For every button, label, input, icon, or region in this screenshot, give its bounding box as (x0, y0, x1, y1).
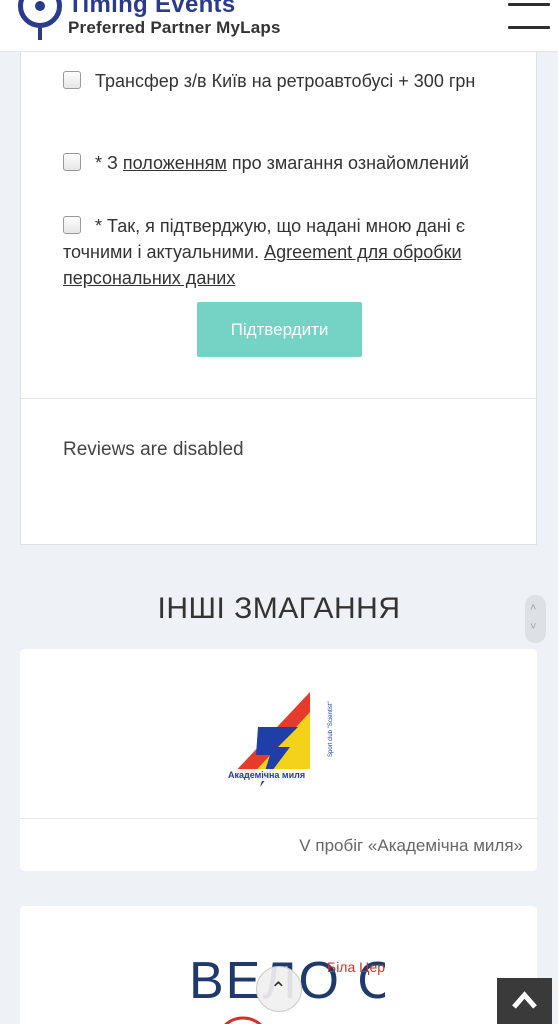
small-chevron-up-icon: ˄ (530, 602, 537, 614)
reviews-disabled-text: Reviews are disabled (63, 439, 244, 460)
logo-subtitle: Preferred Partner MyLaps (68, 18, 281, 37)
submit-button[interactable]: Підтвердити (197, 302, 362, 357)
academic-mile-logo: Академічна миля Sport club "Scientist" (225, 692, 334, 787)
back-to-top-button[interactable]: ⌃ (256, 966, 302, 1012)
scroll-up-button[interactable] (497, 978, 552, 1024)
option-rules-prefix: * З (95, 153, 123, 173)
option-transfer: Трансфер з/в Київ на ретроавтобусі + 300… (63, 68, 493, 94)
section-title: ІНШІ ЗМАГАННЯ (157, 592, 401, 625)
small-chevron-down-icon: ˅ (530, 621, 537, 633)
agreement-checkbox[interactable] (63, 216, 81, 234)
logo-mark-stem (38, 26, 42, 40)
site-header: Timing Events Preferred Partner MyLaps (0, 0, 558, 52)
rules-checkbox[interactable] (63, 153, 81, 171)
mini-scroll-control[interactable]: ˄ ˅ (525, 595, 546, 643)
option-agreement: * Так, я підтверджую, що надані мною дан… (63, 213, 503, 291)
option-rules-suffix: про змагання ознайомлений (226, 153, 470, 173)
hamburger-icon[interactable] (508, 0, 552, 40)
logo-side-text: Sport club "Scientist" (328, 701, 334, 757)
event-card[interactable]: Академічна миля Sport club "Scientist" V… (20, 649, 537, 871)
chevron-up-icon: ⌃ (270, 979, 287, 1001)
event-image: Академічна миля Sport club "Scientist" (20, 649, 537, 819)
timing-logo-icon (18, 0, 62, 28)
transfer-checkbox[interactable] (63, 71, 81, 89)
option-transfer-label: Трансфер з/в Київ на ретроавтобусі + 300… (95, 71, 476, 91)
event-caption[interactable]: V пробіг «Академічна миля» (299, 836, 523, 856)
rules-link[interactable]: положенням (123, 153, 227, 173)
caret-up-icon (512, 991, 537, 1009)
registration-form-card: Трансфер з/в Київ на ретроавтобусі + 300… (20, 52, 538, 545)
option-rules: * З положенням про змагання ознайомлений (63, 150, 493, 176)
divider (21, 398, 538, 399)
logo-side-text: Біла Церква (327, 959, 385, 975)
logo-text: Академічна миля (228, 770, 305, 780)
logo-title: Timing Events (68, 0, 236, 18)
